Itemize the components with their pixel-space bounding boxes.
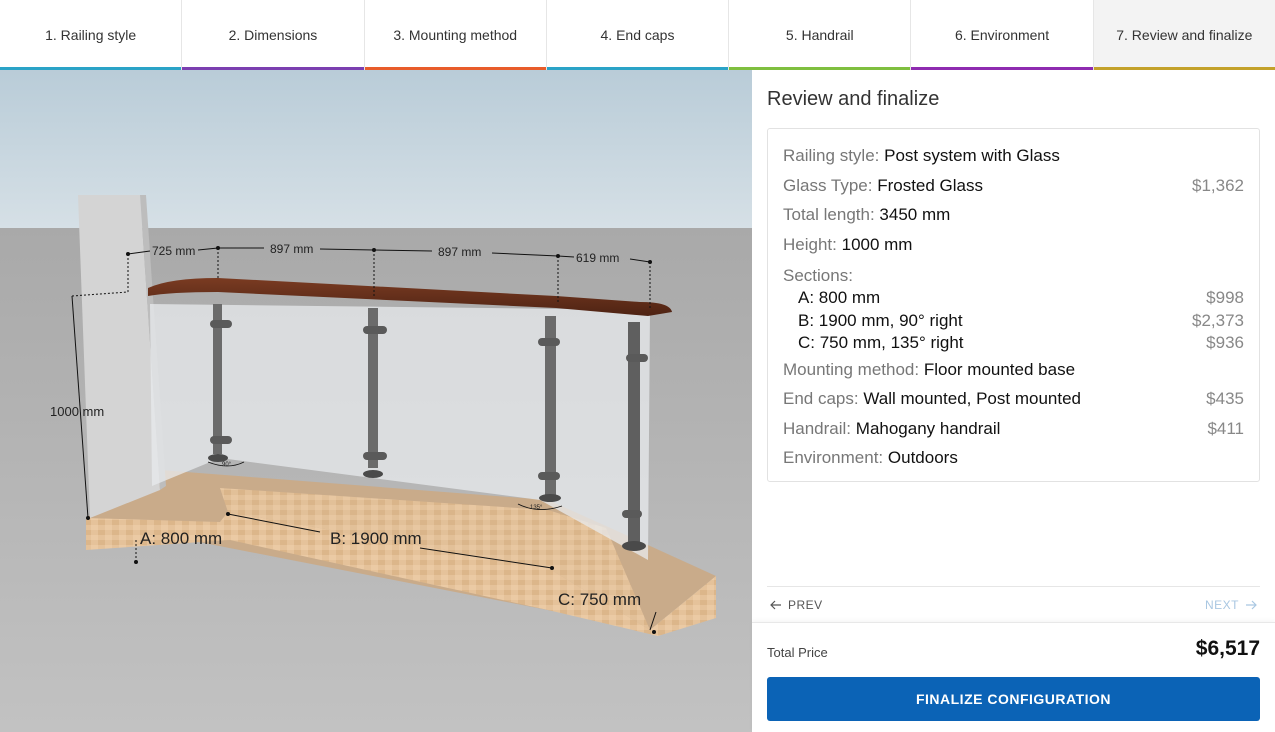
checkout-footer: Total Price $6,517 FINALIZE CONFIGURATIO… [752,622,1275,732]
arrow-left-icon [770,600,781,610]
section-b-label: B: 1900 mm [330,529,422,548]
section-price: $998 [1206,288,1244,307]
section-item: B: 1900 mm, 90° right $2,373 [783,310,1244,333]
summary-row-handrail: Handrail: Mahogany handrail $411 [783,414,1244,444]
summary-price: $435 [1206,389,1244,408]
summary-value: Mahogany handrail [855,418,1001,438]
height-dim-label: 1000 mm [50,404,104,419]
summary-value: 1000 mm [841,234,913,254]
section-label: B: 1900 mm, 90° right [798,310,963,330]
review-panel: Review and finalize Railing style: Post … [752,70,1275,732]
section-item: A: 800 mm $998 [783,287,1244,310]
configuration-summary: Railing style: Post system with Glass Gl… [767,128,1260,482]
summary-label: Environment: [783,448,884,467]
section-a-label: A: 800 mm [140,529,222,548]
tab-mounting-method[interactable]: 3. Mounting method [364,0,547,70]
angle-label: 90° [222,462,232,468]
angle-label: 135° [530,505,543,511]
tab-label: 1. Railing style [45,26,137,43]
summary-label: Railing style: [783,146,880,165]
nav-divider [767,586,1260,587]
summary-price: $1,362 [1192,175,1244,195]
tab-handrail[interactable]: 5. Handrail [729,0,912,70]
dim-label: 897 mm [270,242,313,256]
total-price-label: Total Price [767,645,828,660]
summary-value: 3450 mm [879,205,951,224]
summary-row-glass-type: Glass Type: Frosted Glass $1,362 [783,171,1244,201]
section-c-label: C: 750 mm [558,590,641,609]
next-button[interactable]: NEXT [1205,598,1257,612]
sections-heading: Sections: [783,266,853,285]
summary-row-mounting: Mounting method: Floor mounted base [783,355,1244,385]
section-item: C: 750 mm, 135° right $936 [783,332,1244,355]
summary-label: Total length: [783,205,875,224]
summary-value: Floor mounted base [923,359,1076,379]
section-label: A: 800 mm [798,288,881,307]
section-price: $936 [1206,333,1244,352]
railing-3d-viewer[interactable]: 725 mm 897 mm 897 mm 619 mm 1000 mm A: 8… [0,70,752,732]
summary-row-total-length: Total length: 3450 mm [783,200,1244,230]
tab-label: 3. Mounting method [393,26,518,43]
summary-row-environment: Environment: Outdoors [783,443,1244,473]
summary-label: Mounting method: [783,359,920,379]
tab-review-and-finalize[interactable]: 7. Review and finalize [1093,0,1275,70]
tab-label: 5. Handrail [785,26,854,43]
railing-scene: 725 mm 897 mm 897 mm 619 mm 1000 mm A: 8… [0,70,752,732]
summary-value: Wall mounted, Post mounted [863,389,1081,408]
summary-label: Height: [783,234,837,254]
tab-label: 4. End caps [600,26,675,43]
dim-label: 725 mm [152,244,195,258]
prev-button[interactable]: PREV [770,598,823,612]
summary-label: End caps: [783,389,859,408]
dim-label: 619 mm [576,251,619,265]
next-label: NEXT [1204,598,1239,612]
panel-title: Review and finalize [767,88,940,110]
tab-railing-style[interactable]: 1. Railing style [0,0,183,70]
tab-label: 6. Environment [954,26,1050,43]
tab-label: 7. Review and finalize [1116,26,1253,43]
summary-row-railing-style: Railing style: Post system with Glass [783,141,1244,171]
summary-price: $411 [1207,418,1244,438]
prev-label: PREV [788,598,823,612]
tab-environment[interactable]: 6. Environment [911,0,1094,70]
summary-value: Post system with Glass [884,146,1060,165]
total-price-value: $6,517 [1195,637,1260,660]
finalize-configuration-button[interactable]: FINALIZE CONFIGURATION [767,677,1260,721]
tab-end-caps[interactable]: 4. End caps [546,0,730,70]
summary-value: Outdoors [887,448,958,467]
summary-label: Glass Type: [783,175,873,195]
tab-dimensions[interactable]: 2. Dimensions [182,0,365,70]
section-price: $2,373 [1192,310,1244,330]
dim-label: 897 mm [438,245,481,259]
section-label: C: 750 mm, 135° right [798,333,964,352]
summary-row-end-caps: End caps: Wall mounted, Post mounted $43… [783,384,1244,414]
summary-row-height: Height: 1000 mm [783,230,1244,260]
arrow-right-icon [1246,600,1257,610]
tab-label: 2. Dimensions [228,26,318,43]
summary-value: Frosted Glass [877,175,983,195]
step-tabs: 1. Railing style 2. Dimensions 3. Mounti… [0,0,1275,70]
summary-label: Handrail: [783,418,852,438]
